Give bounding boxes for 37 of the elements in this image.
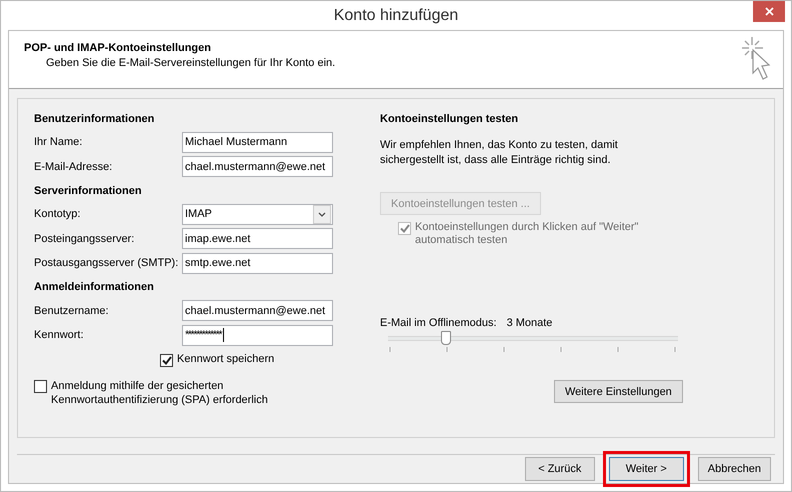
input-field[interactable]: chael.mustermann@ewe.net bbox=[182, 156, 333, 178]
more-settings-button[interactable]: Weitere Einstellungen bbox=[554, 380, 683, 403]
chevron-down-icon bbox=[318, 212, 326, 217]
page-subtitle: Geben Sie die E-Mail-Servereinstellungen für Ihr Konto ein. bbox=[45, 57, 336, 69]
close-icon bbox=[764, 7, 774, 16]
input-field[interactable]: Michael Mustermann bbox=[182, 132, 333, 153]
page-heading: POP- und IMAP-Kontoeinstellungen bbox=[24, 42, 212, 54]
cursor-click-icon bbox=[739, 35, 773, 83]
field-label: Kennwort: bbox=[34, 329, 85, 342]
field-label: E-Mail-Adresse: bbox=[34, 160, 114, 173]
slider-thumb[interactable] bbox=[441, 331, 451, 345]
checkbox[interactable] bbox=[160, 354, 173, 366]
section-heading: Benutzerinformationen bbox=[34, 112, 156, 126]
checkbox[interactable] bbox=[34, 380, 47, 392]
slider-value: 3 Monate bbox=[506, 317, 552, 329]
field-label: Posteingangsserver: bbox=[34, 232, 136, 245]
checkbox-label: Kennwort speichern bbox=[177, 352, 274, 364]
input-field[interactable]: chael.mustermann@ewe.net bbox=[182, 300, 333, 322]
section-heading: Anmeldeinformationen bbox=[34, 280, 155, 295]
checkbox-label: Anmeldung mithilfe der gesicherten Kennwortauthentifizierung (SPA) erforderlich bbox=[51, 378, 269, 406]
input-field[interactable]: smtp.ewe.net bbox=[182, 252, 333, 274]
slider-label: E-Mail im Offlinemodus: bbox=[380, 317, 497, 329]
dialog-button[interactable]: < Zurück bbox=[524, 457, 595, 481]
dropdown[interactable]: IMAP bbox=[182, 204, 333, 225]
section-heading: Serverinformationen bbox=[34, 184, 143, 198]
field-label: Kontotyp: bbox=[34, 208, 82, 220]
field-label: Postausgangsserver (SMTP): bbox=[34, 257, 180, 270]
field-label: Benutzername: bbox=[34, 304, 110, 317]
checkbox-label: Kontoeinstellungen durch Klicken auf "Weiter" automatisch testen bbox=[415, 221, 640, 247]
password-field[interactable]: ************* bbox=[182, 324, 333, 346]
close-button[interactable] bbox=[753, 1, 785, 22]
section-heading: Kontoeinstellungen testen bbox=[380, 112, 520, 126]
description-text: Wir empfehlen Ihnen, das Konto zu testen, damit sichergestellt ist, dass alle Einträge richtig sind. bbox=[380, 138, 619, 168]
field-label: Ihr Name: bbox=[34, 136, 84, 148]
window-title: Konto hinzufügen bbox=[334, 6, 458, 24]
dialog-button[interactable]: Abbrechen bbox=[698, 457, 771, 481]
input-field[interactable]: imap.ewe.net bbox=[182, 228, 333, 250]
